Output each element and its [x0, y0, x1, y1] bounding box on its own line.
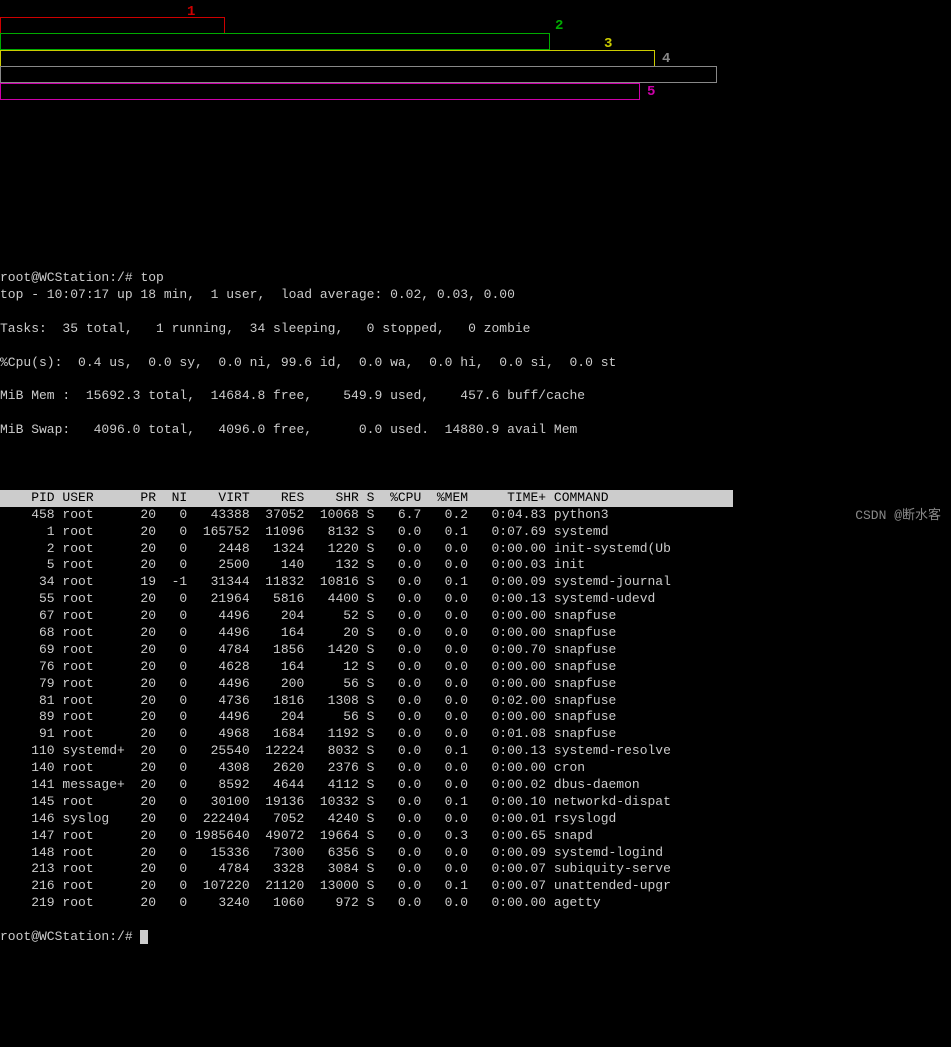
table-row[interactable]: 69 root 20 0 4784 1856 1420 S 0.0 0.0 0:… — [0, 642, 951, 659]
annotation-1: 1 — [187, 3, 195, 21]
process-table-header[interactable]: PID USER PR NI VIRT RES SHR S %CPU %MEM … — [0, 490, 733, 507]
annotation-2: 2 — [555, 17, 563, 35]
table-row[interactable]: 76 root 20 0 4628 164 12 S 0.0 0.0 0:00.… — [0, 659, 951, 676]
table-row[interactable]: 68 root 20 0 4496 164 20 S 0.0 0.0 0:00.… — [0, 625, 951, 642]
annotation-4: 4 — [662, 50, 670, 68]
summary-line-tasks: Tasks: 35 total, 1 running, 34 sleeping,… — [0, 321, 951, 338]
annotation-5: 5 — [647, 83, 655, 101]
highlight-box-5 — [0, 83, 640, 100]
table-row[interactable]: 140 root 20 0 4308 2620 2376 S 0.0 0.0 0… — [0, 760, 951, 777]
highlight-box-2 — [0, 33, 550, 50]
process-table[interactable]: 458 root 20 0 43388 37052 10068 S 6.7 0.… — [0, 507, 951, 912]
table-row[interactable]: 2 root 20 0 2448 1324 1220 S 0.0 0.0 0:0… — [0, 541, 951, 558]
summary-line-swap: MiB Swap: 4096.0 total, 4096.0 free, 0.0… — [0, 422, 951, 439]
summary-line-mem: MiB Mem : 15692.3 total, 14684.8 free, 5… — [0, 388, 951, 405]
table-row[interactable]: 110 systemd+ 20 0 25540 12224 8032 S 0.0… — [0, 743, 951, 760]
shell-prompt-top[interactable]: root@WCStation:/# top — [0, 270, 164, 285]
annotation-3: 3 — [604, 35, 612, 53]
table-row[interactable]: 81 root 20 0 4736 1816 1308 S 0.0 0.0 0:… — [0, 693, 951, 710]
summary-line-cpu: %Cpu(s): 0.4 us, 0.0 sy, 0.0 ni, 99.6 id… — [0, 355, 951, 372]
shell-prompt-bottom[interactable]: root@WCStation:/# — [0, 929, 148, 944]
table-row[interactable]: 91 root 20 0 4968 1684 1192 S 0.0 0.0 0:… — [0, 726, 951, 743]
table-row[interactable]: 55 root 20 0 21964 5816 4400 S 0.0 0.0 0… — [0, 591, 951, 608]
prompt-user-host: root@WCStation — [0, 270, 109, 285]
table-row[interactable]: 141 message+ 20 0 8592 4644 4112 S 0.0 0… — [0, 777, 951, 794]
watermark: CSDN @断水客 — [855, 508, 941, 525]
table-row[interactable]: 147 root 20 0 1985640 49072 19664 S 0.0 … — [0, 828, 951, 845]
table-row[interactable]: 145 root 20 0 30100 19136 10332 S 0.0 0.… — [0, 794, 951, 811]
table-row[interactable]: 79 root 20 0 4496 200 56 S 0.0 0.0 0:00.… — [0, 676, 951, 693]
table-row[interactable]: 34 root 19 -1 31344 11832 10816 S 0.0 0.… — [0, 574, 951, 591]
table-row[interactable]: 67 root 20 0 4496 204 52 S 0.0 0.0 0:00.… — [0, 608, 951, 625]
prompt-cwd: / — [117, 270, 125, 285]
table-row[interactable]: 89 root 20 0 4496 204 56 S 0.0 0.0 0:00.… — [0, 709, 951, 726]
table-row[interactable]: 216 root 20 0 107220 21120 13000 S 0.0 0… — [0, 878, 951, 895]
highlight-box-3 — [0, 50, 655, 67]
blank-line — [0, 456, 951, 473]
highlight-box-4 — [0, 66, 717, 83]
table-row[interactable]: 146 syslog 20 0 222404 7052 4240 S 0.0 0… — [0, 811, 951, 828]
summary-line-uptime: top - 10:07:17 up 18 min, 1 user, load a… — [0, 287, 951, 304]
table-row[interactable]: 213 root 20 0 4784 3328 3084 S 0.0 0.0 0… — [0, 861, 951, 878]
table-row[interactable]: 148 root 20 0 15336 7300 6356 S 0.0 0.0 … — [0, 845, 951, 862]
table-row[interactable]: 1 root 20 0 165752 11096 8132 S 0.0 0.1 … — [0, 524, 951, 541]
table-row[interactable]: 219 root 20 0 3240 1060 972 S 0.0 0.0 0:… — [0, 895, 951, 912]
prompt-command: top — [140, 270, 163, 285]
cursor — [140, 930, 148, 944]
table-row[interactable]: 458 root 20 0 43388 37052 10068 S 6.7 0.… — [0, 507, 951, 524]
table-row[interactable]: 5 root 20 0 2500 140 132 S 0.0 0.0 0:00.… — [0, 557, 951, 574]
